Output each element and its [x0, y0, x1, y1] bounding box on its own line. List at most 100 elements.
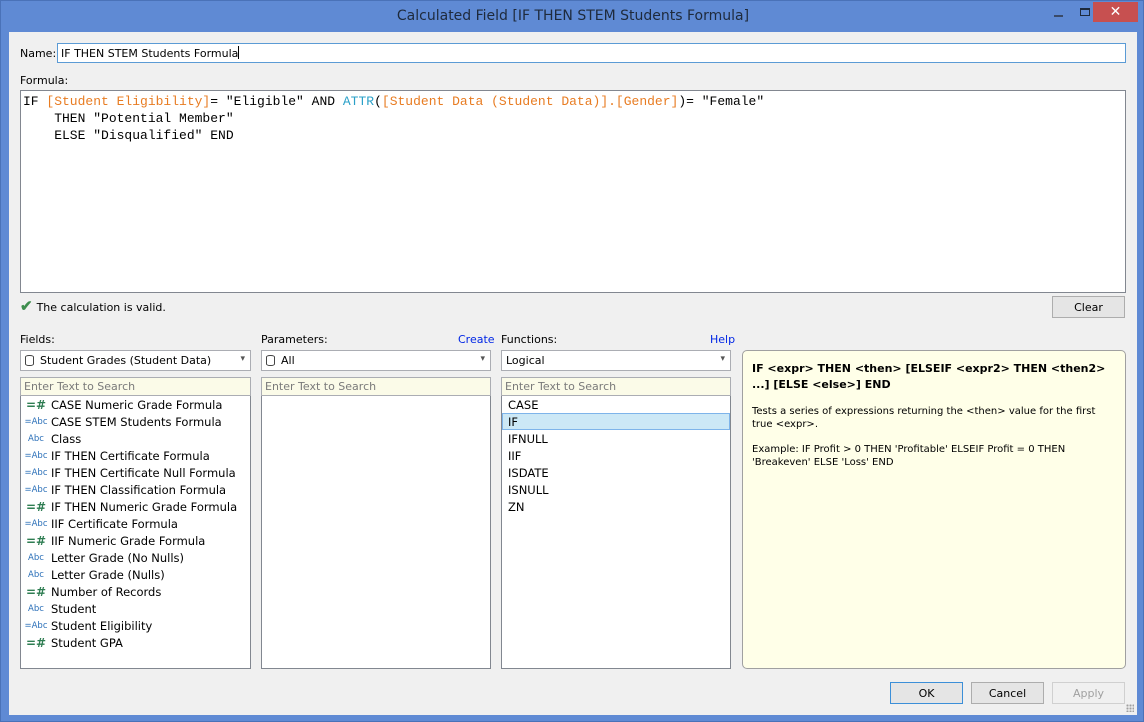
string-field-icon: Abc	[28, 552, 44, 563]
field-label: IF THEN Numeric Grade Formula	[51, 499, 238, 514]
dialog-body: Name: IF THEN STEM Students Formula Form…	[9, 32, 1137, 715]
parameters-list[interactable]	[261, 396, 491, 669]
apply-button[interactable]: Apply	[1052, 682, 1125, 704]
function-description: Tests a series of expressions returning …	[752, 406, 1096, 430]
functions-list[interactable]: CASE IF IFNULL IIF ISDATE ISNULL ZN	[501, 396, 731, 669]
name-label: Name:	[20, 47, 57, 60]
function-list-item[interactable]: CASE	[502, 396, 730, 413]
numeric-field-icon: =#	[25, 499, 47, 514]
numeric-field-icon: =#	[25, 397, 47, 412]
database-icon	[266, 355, 275, 366]
functions-category-dropdown[interactable]: Logical ▾	[501, 350, 731, 371]
function-list-item[interactable]: ISNULL	[502, 481, 730, 498]
numeric-field-icon: =#	[25, 533, 47, 548]
field-list-item[interactable]: =Abc CASE STEM Students Formula	[21, 413, 250, 430]
function-list-item[interactable]: IF	[502, 413, 730, 430]
field-label: Letter Grade (No Nulls)	[51, 550, 185, 565]
formula-line-1: IF [Student Eligibility]= "Eligible" AND…	[23, 93, 1123, 110]
field-label: Student GPA	[51, 635, 123, 650]
field-list-item[interactable]: =# Number of Records	[21, 583, 250, 600]
close-icon: ✕	[1109, 4, 1122, 20]
field-label: IF THEN Classification Formula	[51, 482, 227, 497]
field-label: Letter Grade (Nulls)	[51, 567, 165, 582]
field-list-item[interactable]: =Abc Student Eligibility	[21, 617, 250, 634]
functions-category-value: Logical	[506, 354, 545, 367]
field-list-item[interactable]: =# CASE Numeric Grade Formula	[21, 396, 250, 413]
field-list-item[interactable]: =Abc IF THEN Certificate Null Formula	[21, 464, 250, 481]
maximize-icon	[1080, 8, 1090, 16]
field-label: Class	[51, 431, 82, 446]
string-field-icon: =Abc	[24, 416, 48, 427]
close-button[interactable]: ✕	[1093, 2, 1138, 22]
field-list-item[interactable]: =Abc IF THEN Classification Formula	[21, 481, 250, 498]
function-example: Example: IF Profit > 0 THEN 'Profitable'…	[752, 444, 1066, 468]
field-list-item[interactable]: =Abc IF THEN Certificate Formula	[21, 447, 250, 464]
calculated-field-dialog: Calculated Field [IF THEN STEM Students …	[0, 0, 1144, 722]
fields-source-dropdown[interactable]: Student Grades (Student Data) ▾	[20, 350, 251, 371]
field-list-item[interactable]: =Abc IIF Certificate Formula	[21, 515, 250, 532]
field-label: IF THEN Certificate Formula	[51, 448, 210, 463]
field-label: IIF Numeric Grade Formula	[51, 533, 206, 548]
function-list-item[interactable]: ZN	[502, 498, 730, 515]
help-link[interactable]: Help	[710, 333, 735, 346]
string-field-icon: =Abc	[24, 467, 48, 478]
function-list-item[interactable]: IIF	[502, 447, 730, 464]
fields-list[interactable]: =# CASE Numeric Grade Formula =Abc CASE STE…	[20, 396, 251, 669]
function-list-item[interactable]: IFNULL	[502, 430, 730, 447]
parameters-label: Parameters:	[261, 333, 328, 346]
field-list-item[interactable]: Abc Student	[21, 600, 250, 617]
ok-button[interactable]: OK	[890, 682, 963, 704]
numeric-field-icon: =#	[25, 584, 47, 599]
field-label: CASE STEM Students Formula	[51, 414, 222, 429]
functions-label: Functions:	[501, 333, 558, 346]
resize-grip-icon[interactable]	[1126, 704, 1134, 712]
fields-source-value: Student Grades (Student Data)	[40, 354, 212, 367]
field-label: Student	[51, 601, 97, 616]
fields-search-input[interactable]: Enter Text to Search	[20, 377, 251, 396]
minimize-icon	[1053, 15, 1063, 17]
string-field-icon: =Abc	[24, 518, 48, 529]
formula-operator: = "Eligible" AND	[210, 94, 343, 109]
string-field-icon: Abc	[28, 603, 44, 614]
fields-label: Fields:	[20, 333, 55, 346]
field-list-item[interactable]: =# IIF Numeric Grade Formula	[21, 532, 250, 549]
field-reference: [Student Eligibility]	[46, 94, 211, 109]
create-parameter-link[interactable]: Create	[458, 333, 495, 346]
clear-button[interactable]: Clear	[1052, 296, 1125, 318]
functions-search-input[interactable]: Enter Text to Search	[501, 377, 731, 396]
formula-line-3: ELSE "Disqualified" END	[23, 128, 234, 143]
cancel-button[interactable]: Cancel	[971, 682, 1044, 704]
field-list-item[interactable]: Abc Class	[21, 430, 250, 447]
field-list-item[interactable]: =# Student GPA	[21, 634, 250, 651]
text-caret	[238, 46, 240, 59]
paren: (	[374, 94, 382, 109]
field-label: Number of Records	[51, 584, 162, 599]
field-label: IF THEN Certificate Null Formula	[51, 465, 236, 480]
function-list-item[interactable]: ISDATE	[502, 464, 730, 481]
field-list-item[interactable]: Abc Letter Grade (No Nulls)	[21, 549, 250, 566]
field-list-item[interactable]: =# IF THEN Numeric Grade Formula	[21, 498, 250, 515]
function-reference: ATTR	[342, 94, 375, 109]
field-reference: [Student Data (Student Data)].[Gender]	[381, 94, 679, 109]
formula-line-2: THEN "Potential Member"	[23, 111, 234, 126]
field-label: Student Eligibility	[51, 618, 153, 633]
window-title: Calculated Field [IF THEN STEM Students …	[396, 8, 750, 24]
minimize-button[interactable]	[1045, 2, 1071, 22]
function-signature: IF <expr> THEN <then> [ELSEIF <expr2> TH…	[752, 362, 1106, 391]
parameters-source-dropdown[interactable]: All ▾	[261, 350, 491, 371]
parameters-search-input[interactable]: Enter Text to Search	[261, 377, 491, 396]
chevron-down-icon: ▾	[720, 354, 725, 364]
name-value: IF THEN STEM Students Formula	[61, 47, 239, 60]
field-label: CASE Numeric Grade Formula	[51, 397, 223, 412]
formula-editor[interactable]: IF [Student Eligibility]= "Eligible" AND…	[20, 90, 1126, 293]
title-bar[interactable]: Calculated Field [IF THEN STEM Students …	[1, 1, 1144, 32]
validation-status: ✔ The calculation is valid.	[20, 299, 166, 314]
database-icon	[25, 355, 34, 366]
string-field-icon: =Abc	[24, 450, 48, 461]
string-field-icon: Abc	[28, 433, 44, 444]
chevron-down-icon: ▾	[240, 354, 245, 364]
field-list-item[interactable]: Abc Letter Grade (Nulls)	[21, 566, 250, 583]
name-input[interactable]: IF THEN STEM Students Formula	[57, 43, 1126, 63]
formula-operator: )= "Female"	[678, 94, 765, 109]
validation-text: The calculation is valid.	[36, 300, 166, 314]
